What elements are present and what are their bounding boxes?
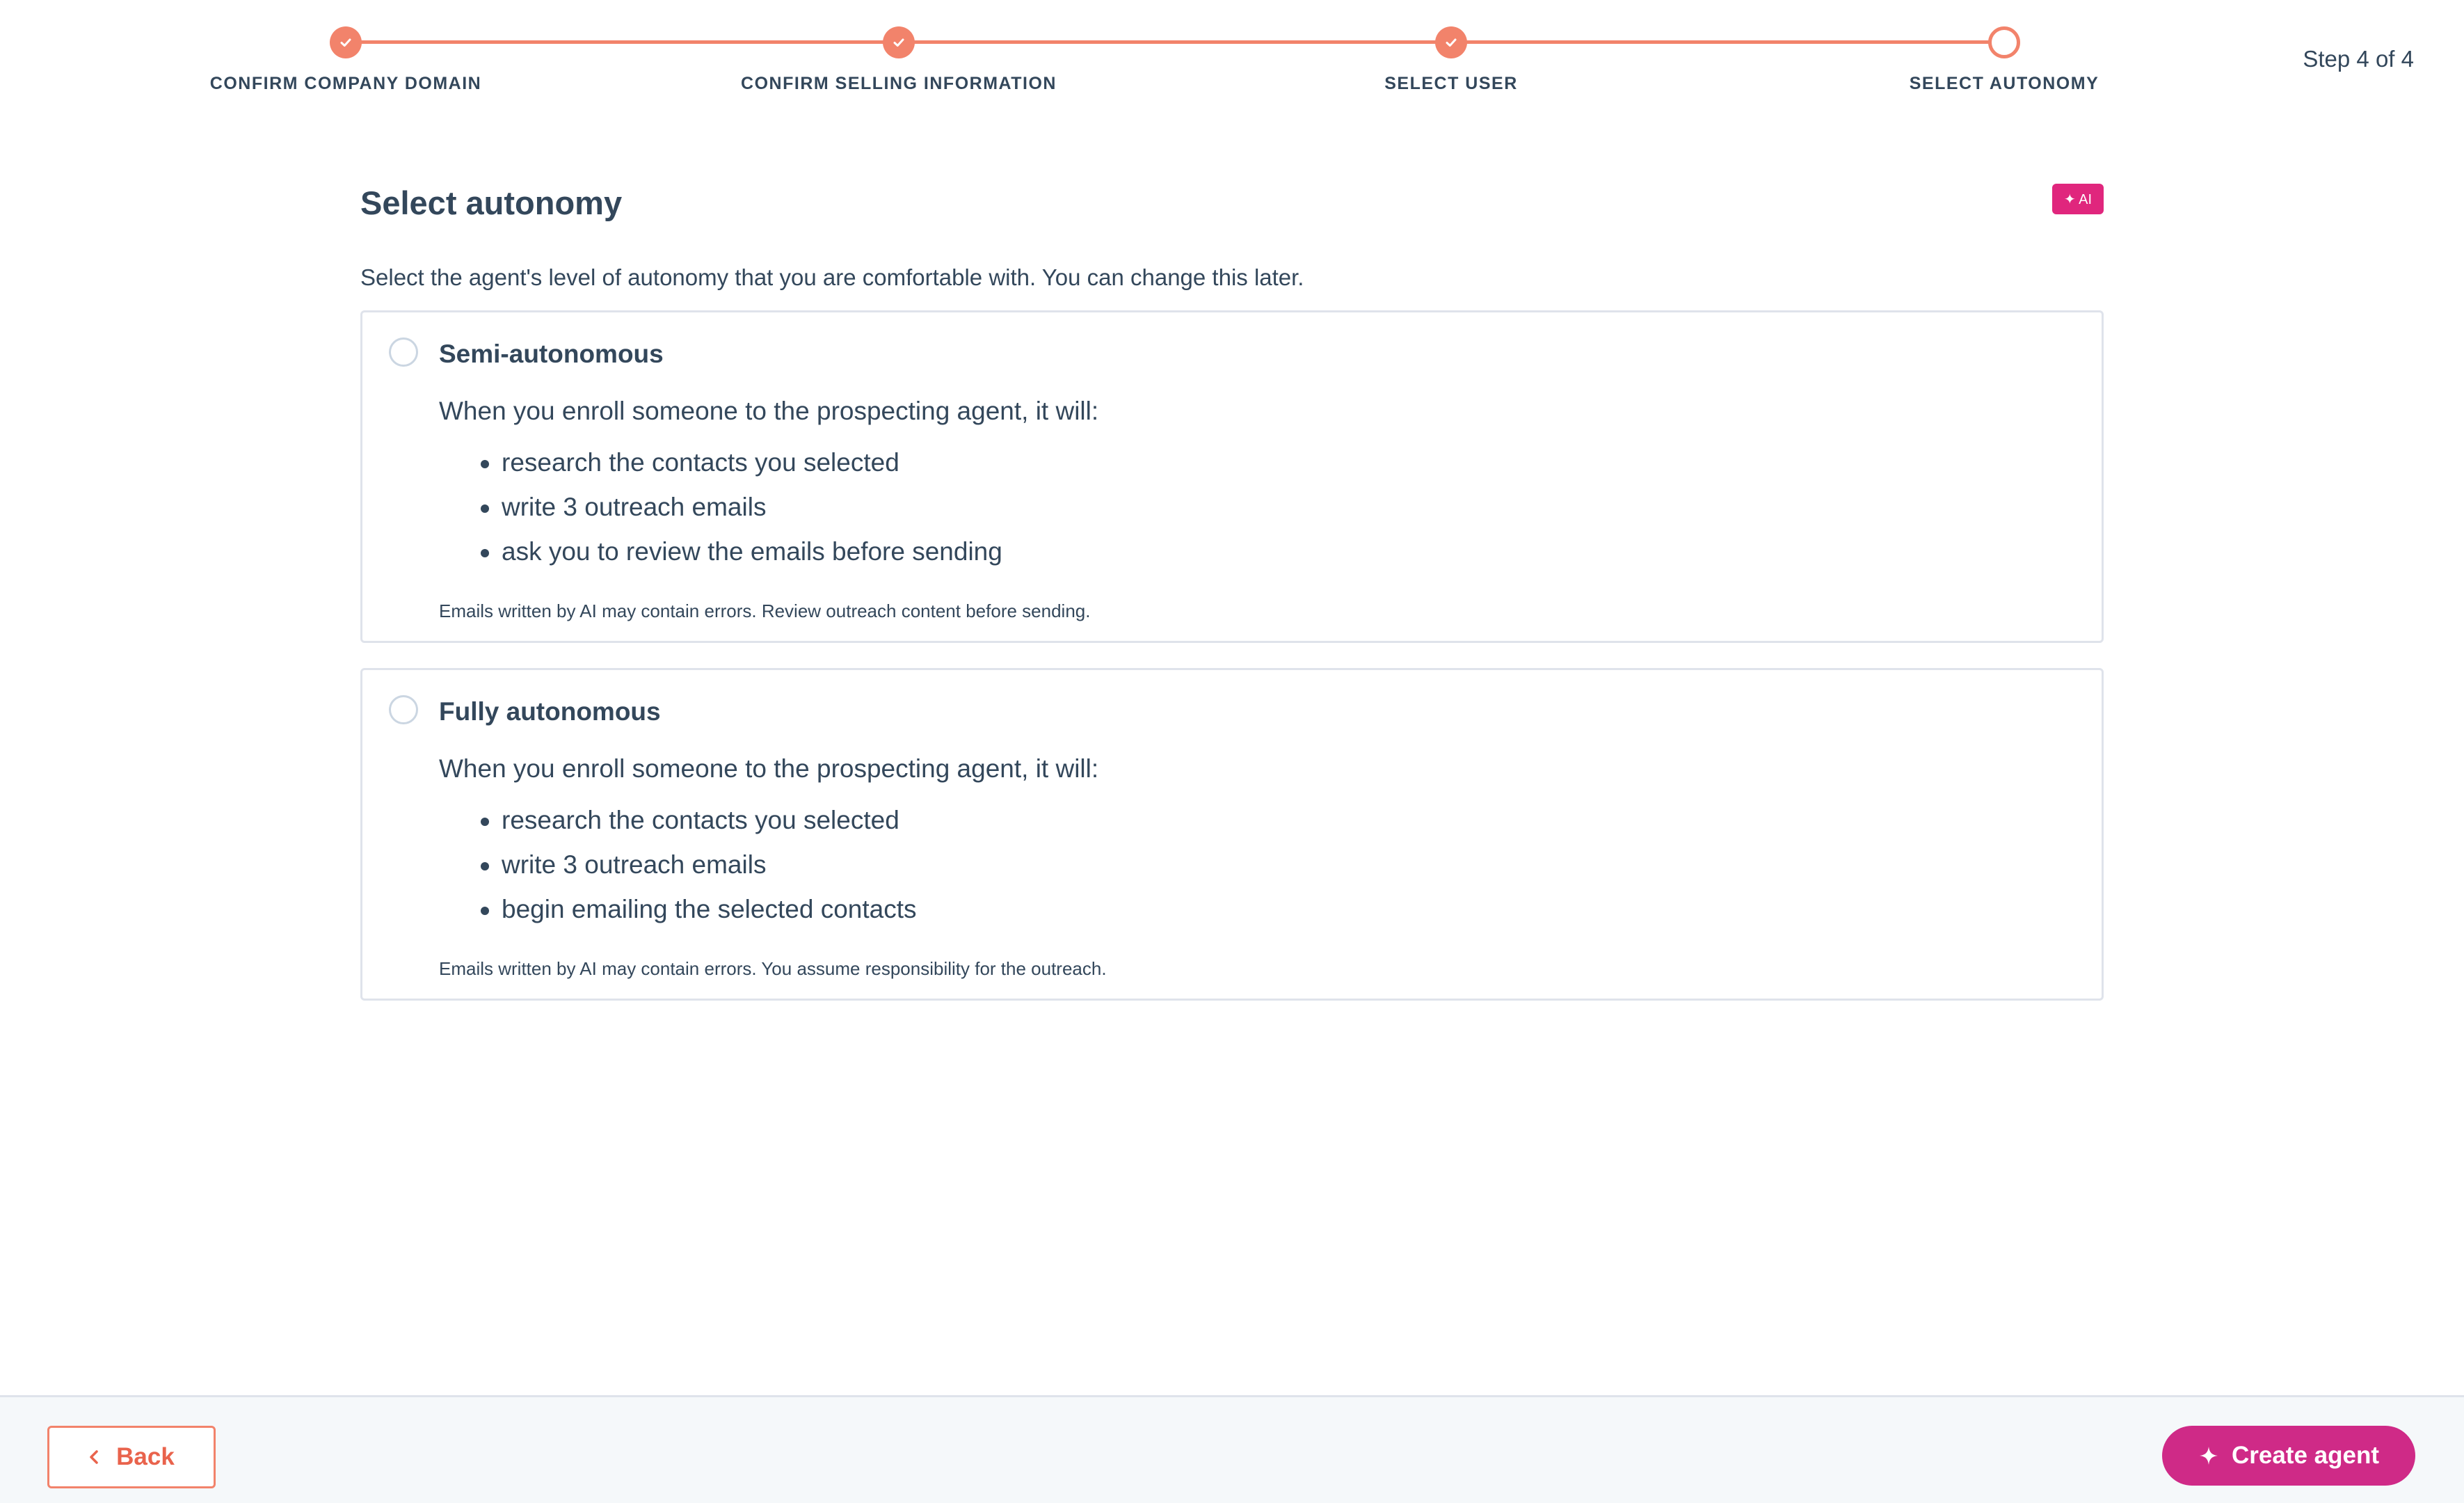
chevron-left-icon	[88, 1449, 99, 1465]
step-4-label: SELECT AUTONOMY	[1909, 74, 2099, 93]
step-3-complete-icon	[1435, 26, 1467, 58]
option-card-semi-autonomous[interactable]: Semi-autonomous When you enroll someone …	[360, 310, 2104, 643]
option-card-fully-autonomous[interactable]: Fully autonomous When you enroll someone…	[360, 668, 2104, 1001]
step-count: Step 4 of 4	[2303, 46, 2414, 72]
create-agent-button[interactable]: Create agent	[2162, 1426, 2415, 1486]
option-intro: When you enroll someone to the prospecti…	[439, 397, 1099, 425]
footer-bar: Back Create agent	[0, 1395, 2464, 1503]
back-button-label: Back	[116, 1443, 175, 1470]
progress-stepper: CONFIRM COMPANY DOMAIN CONFIRM SELLING I…	[0, 0, 2464, 125]
step-2-label: CONFIRM SELLING INFORMATION	[741, 74, 1057, 93]
title-row: Select autonomy ✦ AI	[360, 174, 2104, 230]
ai-badge: ✦ AI	[2052, 184, 2104, 214]
option-title: Fully autonomous	[439, 697, 661, 726]
radio-fully-autonomous[interactable]	[389, 695, 418, 724]
list-item: research the contacts you selected	[439, 798, 2074, 843]
step-3-label: SELECT USER	[1384, 74, 1518, 93]
main-content: Select autonomy ✦ AI Select the agent's …	[360, 174, 2104, 1001]
list-item: research the contacts you selected	[439, 440, 2074, 485]
option-body: Fully autonomous When you enroll someone…	[439, 697, 2074, 980]
radio-semi-autonomous[interactable]	[389, 337, 418, 367]
back-button[interactable]: Back	[47, 1426, 216, 1488]
option-title: Semi-autonomous	[439, 340, 664, 368]
step-4-current-indicator	[1988, 26, 2020, 58]
option-list: research the contacts you selected write…	[439, 798, 2074, 932]
option-body: Semi-autonomous When you enroll someone …	[439, 339, 2074, 623]
list-item: begin emailing the selected contacts	[439, 887, 2074, 932]
option-note: Emails written by AI may contain errors.…	[439, 958, 1107, 979]
list-item: write 3 outreach emails	[439, 485, 2074, 530]
sparkle-icon	[2198, 1445, 2219, 1466]
step-1-label: CONFIRM COMPANY DOMAIN	[209, 74, 482, 93]
create-agent-label: Create agent	[2231, 1442, 2380, 1469]
page-description: Select the agent's level of autonomy tha…	[360, 264, 1304, 290]
stepper-line	[346, 40, 2004, 44]
step-2-complete-icon	[883, 26, 915, 58]
list-item: write 3 outreach emails	[439, 843, 2074, 887]
list-item: ask you to review the emails before send…	[439, 530, 2074, 574]
option-intro: When you enroll someone to the prospecti…	[439, 754, 1099, 783]
page-title: Select autonomy	[360, 184, 623, 221]
option-note: Emails written by AI may contain errors.…	[439, 601, 1091, 621]
option-list: research the contacts you selected write…	[439, 440, 2074, 574]
step-1-complete-icon	[330, 26, 362, 58]
